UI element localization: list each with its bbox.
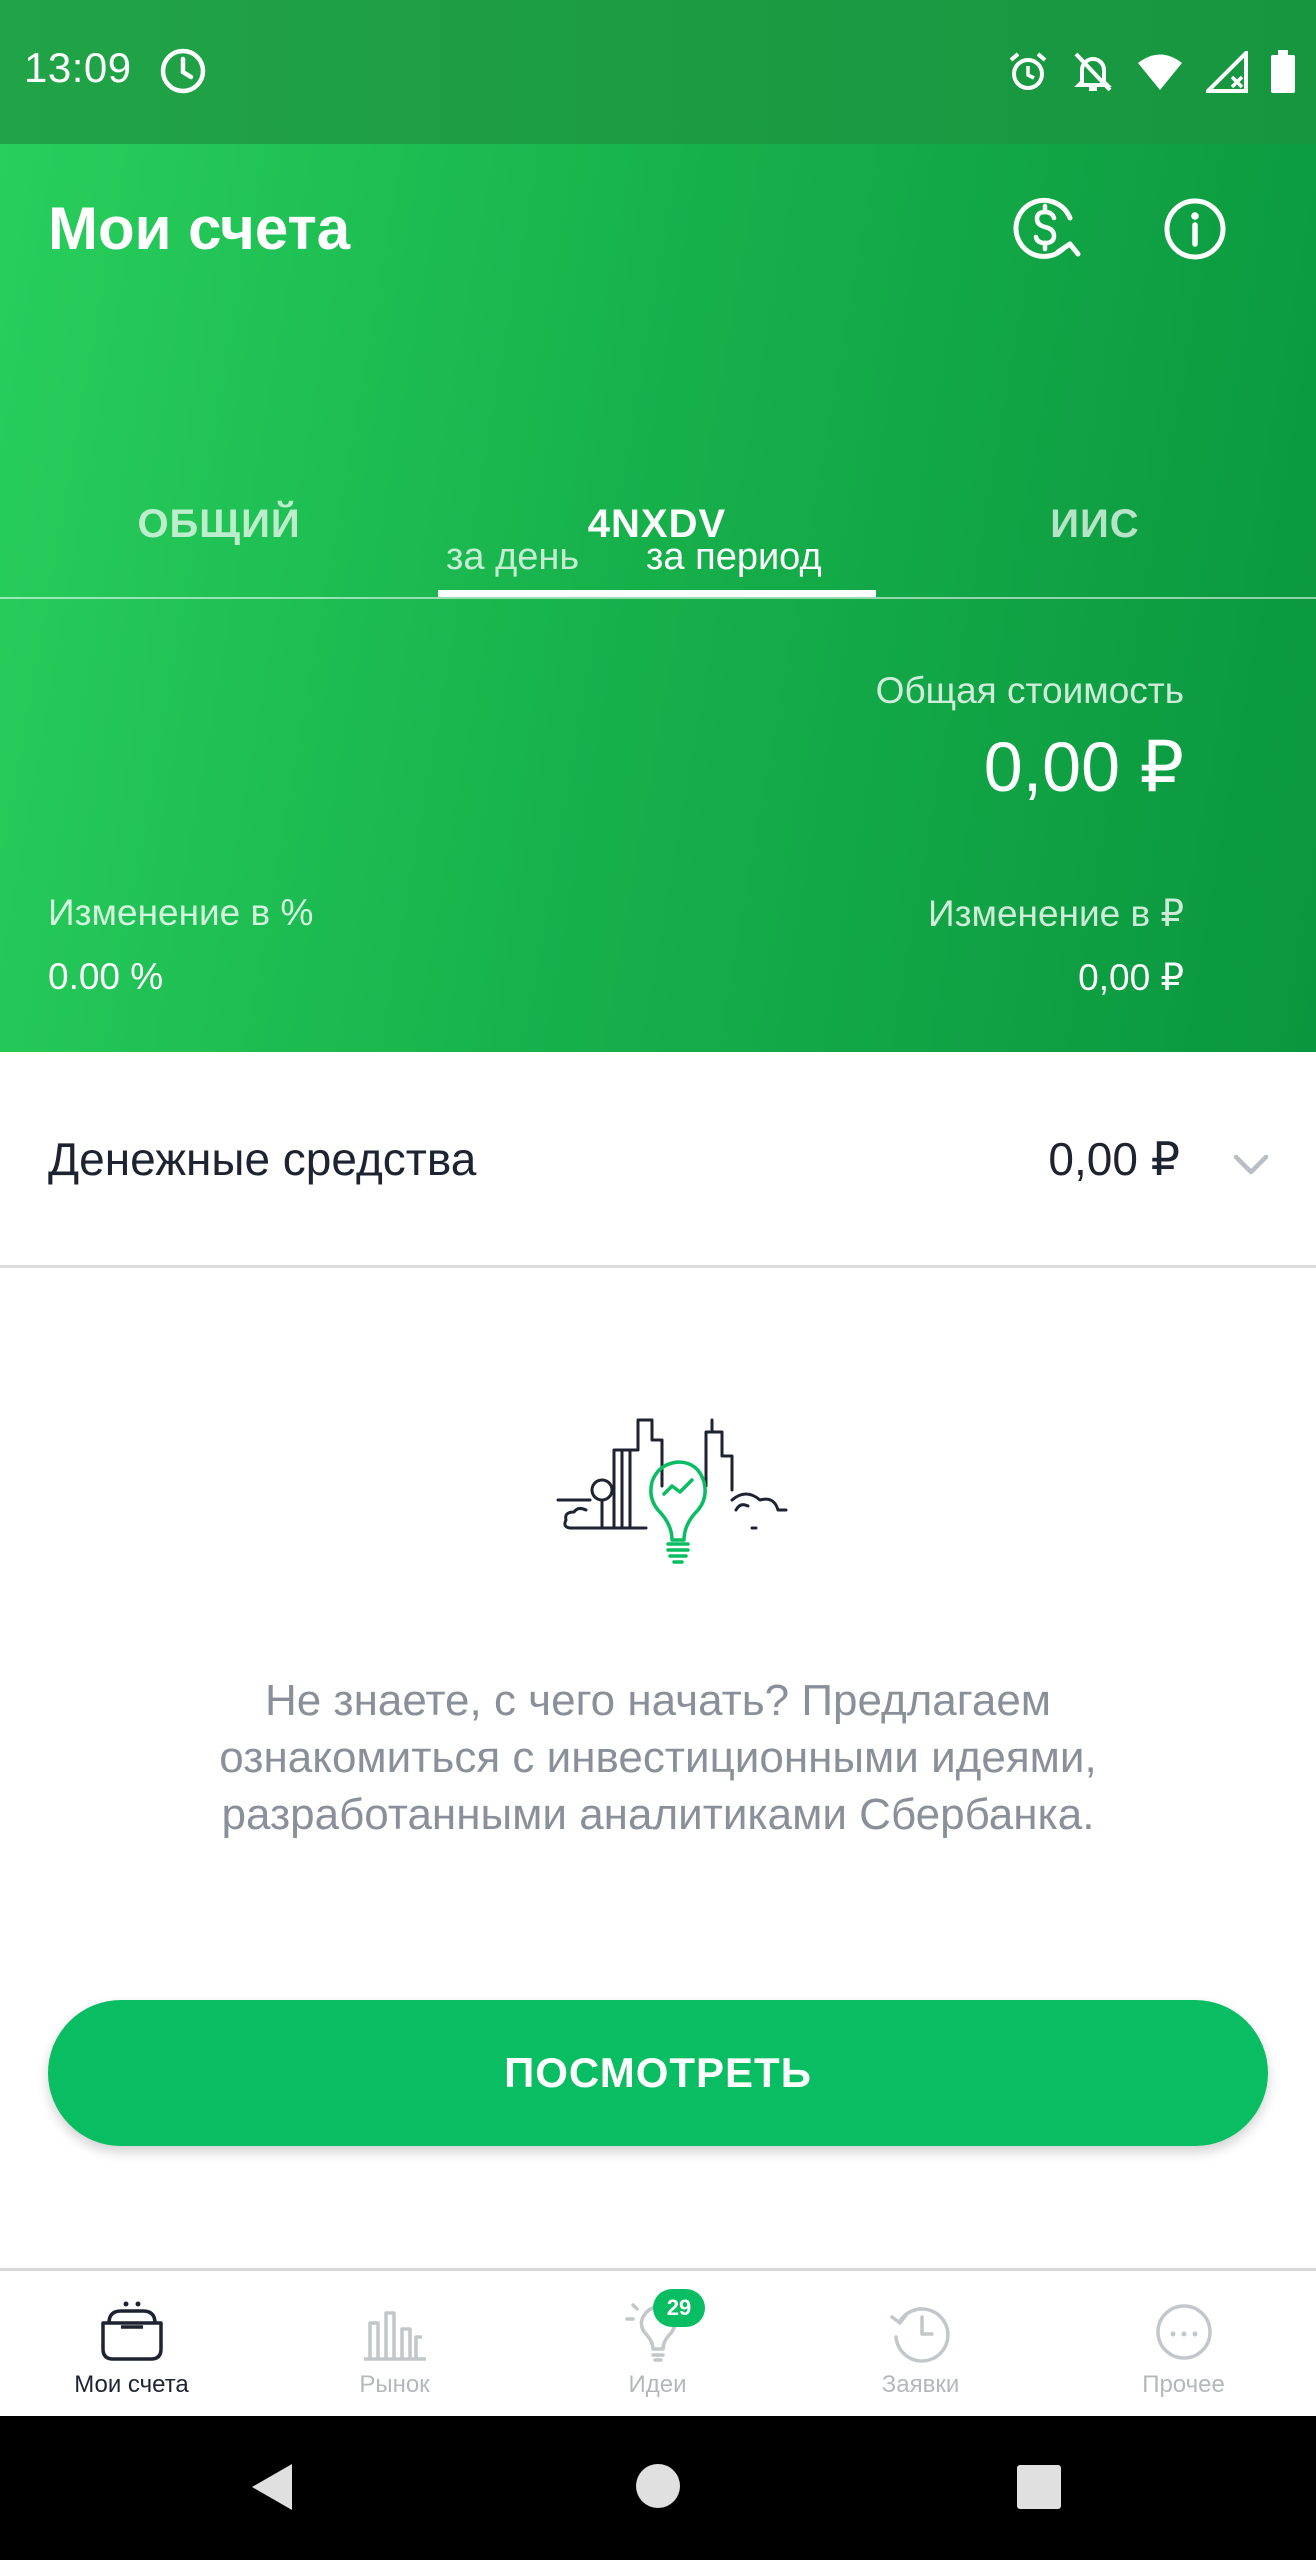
nav-label-market: Рынок (359, 2371, 430, 2398)
status-icons (1006, 44, 1296, 100)
cash-label: Денежные средства (48, 1133, 477, 1185)
nav-label-more: Прочее (1142, 2371, 1225, 2398)
nav-item-more[interactable]: Прочее (1052, 2271, 1315, 2419)
cash-value: 0,00 ₽ (1048, 1133, 1180, 1185)
status-time: 13:09 (24, 44, 132, 91)
wallet-icon (100, 2301, 163, 2361)
system-nav-bar (0, 2416, 1316, 2560)
bottom-nav: Мои счета Рынок Идеи Заявки Прочее 29 (0, 2268, 1316, 2416)
nav-label-ideas: Идеи (628, 2371, 687, 2398)
nav-item-orders[interactable]: Заявки (789, 2271, 1052, 2419)
nav-item-ideas[interactable]: Идеи (526, 2271, 789, 2419)
period-day-option[interactable]: за день (446, 536, 579, 579)
recent-apps-icon[interactable] (1016, 2464, 1062, 2510)
wifi-icon (1138, 54, 1182, 90)
chevron-down-icon[interactable] (1228, 1142, 1274, 1188)
promo-text: Не знаете, с чего начать? Предлагаем озн… (219, 1676, 1097, 1839)
ideas-count-badge: 29 (653, 2289, 705, 2327)
nav-item-my-accounts[interactable]: Мои счета (0, 2271, 263, 2419)
battery-icon (1271, 50, 1295, 93)
currency-exchange-icon[interactable] (1012, 192, 1084, 264)
alarm-icon (1009, 52, 1047, 90)
city-lightbulb-illustration (556, 1418, 788, 1564)
nav-label-orders: Заявки (881, 2371, 960, 2398)
total-value-label: Общая стоимость (875, 670, 1184, 711)
change-percent-label: Изменение в % (48, 892, 314, 933)
change-rub-label: Изменение в ₽ (927, 893, 1184, 934)
signal-icon (1206, 51, 1248, 93)
home-icon[interactable] (634, 2462, 682, 2510)
tabs-divider (0, 597, 1316, 599)
nav-item-market[interactable]: Рынок (263, 2271, 526, 2419)
view-ideas-button[interactable]: ПОСМОТРЕТЬ (48, 2000, 1268, 2146)
info-icon[interactable] (1162, 196, 1228, 262)
more-icon (1155, 2304, 1212, 2360)
change-rub-value: 0,00 ₽ (1078, 957, 1184, 998)
period-range-option[interactable]: за период (646, 536, 822, 579)
history-icon (889, 2307, 950, 2363)
back-icon[interactable] (248, 2460, 296, 2514)
clock-icon (160, 48, 206, 94)
page-title: Мои счета (48, 195, 351, 262)
accounts-header: Мои счета ОБЩИЙ 4NXDV ИИС за день за пер… (0, 144, 1316, 1052)
bell-off-icon (1074, 52, 1112, 92)
total-value: 0,00 ₽ (983, 728, 1184, 806)
status-bar: 13:09 (0, 0, 1316, 144)
nav-label-my-accounts: Мои счета (74, 2371, 189, 2398)
change-percent-value: 0.00 % (48, 956, 164, 997)
market-icon (363, 2311, 426, 2361)
cash-row[interactable]: Денежные средства 0,00 ₽ (0, 1052, 1316, 1268)
period-toggle: за день за период (0, 536, 1316, 596)
